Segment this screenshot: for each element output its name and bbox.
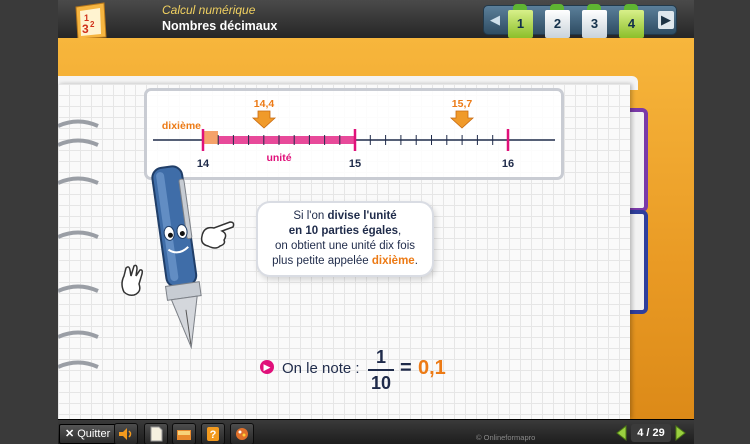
number-line-ticks	[201, 129, 510, 151]
chapter-button-2[interactable]: 2	[545, 4, 570, 38]
binder-ring-icon	[58, 119, 99, 128]
svg-text:2: 2	[90, 20, 95, 29]
unite-label: unité	[266, 152, 291, 164]
binder-ring-icon	[58, 360, 99, 369]
chapter-button-3[interactable]: 3	[582, 4, 607, 38]
copyright-text: © Onlineformapro	[476, 433, 536, 442]
marker-arrow-icon	[449, 110, 475, 129]
document-icon	[150, 426, 163, 442]
pen-mascot-icon	[151, 165, 202, 350]
dixieme-segment	[203, 131, 218, 144]
app-window: 1 3 2 Calcul numérique Nombres décimaux …	[58, 0, 694, 444]
marker-label-15-7: 15,7	[452, 98, 473, 110]
chapter-button-4[interactable]: 4	[619, 4, 644, 38]
speaker-icon	[119, 428, 132, 440]
fraction-numerator: 1	[375, 347, 386, 367]
unite-segment	[218, 136, 355, 144]
marker-arrow-icon	[251, 110, 277, 129]
equals-sign: =	[400, 357, 412, 379]
explanation-bubble: Si l'on divise l'unité en 10 parties éga…	[256, 201, 434, 277]
binder-ring-icon	[58, 330, 99, 339]
dixieme-label: dixième	[162, 120, 201, 132]
pager: 4 / 29	[612, 423, 690, 443]
document-button[interactable]	[144, 423, 168, 444]
tick-label-16: 16	[502, 158, 514, 170]
palette-icon	[236, 428, 248, 440]
chapter-nav: ◀ 1 2 3 4 ▶	[483, 4, 677, 38]
prev-page-arrow-icon[interactable]	[612, 423, 632, 443]
marker-label-14-4: 14,4	[254, 98, 275, 110]
bottom-toolbar: ✕ Quitter ? © Onlineformapro 4 / 29	[58, 419, 694, 444]
sound-button[interactable]	[114, 423, 138, 444]
notation-label: On le note :	[282, 360, 360, 377]
tick-label-15: 15	[349, 158, 361, 170]
svg-text:?: ?	[210, 429, 217, 441]
svg-text:3: 3	[82, 22, 89, 36]
pointing-hand-icon	[200, 221, 235, 249]
decimal-result: 0,1	[418, 357, 446, 379]
page-indicator: 4 / 29	[631, 424, 671, 442]
nav-next-arrow-icon[interactable]: ▶	[658, 11, 674, 29]
nav-prev-arrow-icon[interactable]: ◀	[487, 11, 503, 29]
binder-ring-icon	[58, 230, 99, 239]
next-page-arrow-icon[interactable]	[670, 423, 690, 443]
help-button[interactable]: ?	[201, 423, 225, 444]
book-icon	[177, 430, 191, 440]
lesson-title: Nombres décimaux	[162, 19, 278, 33]
chapter-button-1[interactable]: 1	[508, 4, 533, 38]
header-bar: 1 3 2 Calcul numérique Nombres décimaux …	[58, 0, 694, 40]
math-logo-icon: 1 3 2	[75, 2, 107, 40]
quit-button[interactable]: ✕ Quitter	[59, 424, 117, 444]
fraction-bar	[368, 369, 394, 371]
subject-title: Calcul numérique	[162, 3, 256, 17]
fraction-denominator: 10	[370, 373, 392, 393]
waving-hand-icon	[121, 264, 143, 296]
fraction: 1 10	[368, 346, 394, 394]
binder-ring-icon	[58, 176, 99, 185]
close-icon: ✕	[65, 428, 75, 440]
help-icon: ?	[207, 427, 219, 441]
book-button[interactable]	[172, 423, 196, 444]
play-bullet-icon: ▶	[260, 360, 274, 374]
binder-ring-icon	[58, 284, 99, 293]
tools-button[interactable]	[230, 423, 254, 444]
binder-ring-icon	[58, 138, 99, 147]
